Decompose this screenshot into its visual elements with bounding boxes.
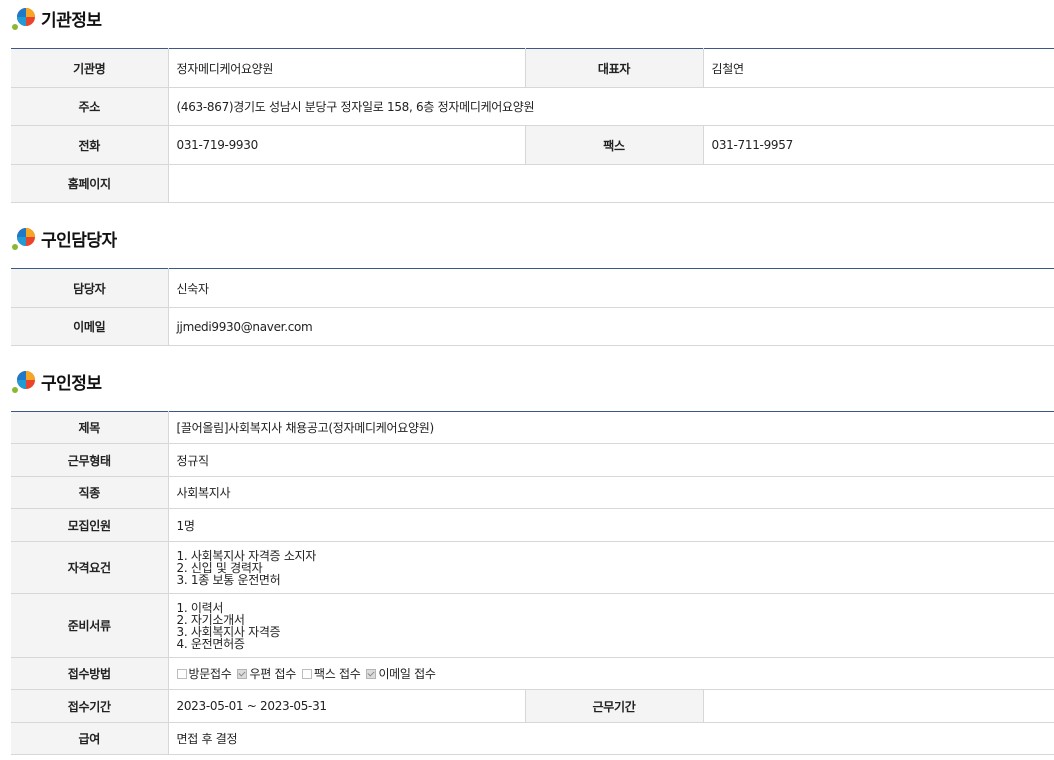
section-title-text: 구인담당자: [41, 230, 117, 251]
label-email: 이메일: [11, 307, 169, 346]
checkbox-checked-icon: [366, 668, 377, 679]
label-work-type: 근무형태: [11, 443, 169, 477]
label-salary: 급여: [11, 722, 169, 755]
value-work-period: [703, 689, 1054, 723]
table-row: 이메일 jjmedi9930@naver.com: [11, 307, 1054, 346]
table-row: 직종 사회복지사: [11, 476, 1054, 509]
label-homepage: 홈페이지: [11, 164, 169, 203]
apply-options: 방문접수 우편 접수 팩스 접수 이메일 접수: [176, 665, 1047, 682]
contact-table: 담당자 신숙자 이메일 jjmedi9930@naver.com: [11, 268, 1054, 346]
value-representative: 김철연: [703, 48, 1054, 88]
colored-ball-logo-icon: [12, 228, 35, 250]
value-occupation: 사회복지사: [168, 476, 1054, 509]
table-row: 준비서류 1. 이력서 2. 자기소개서 3. 사회복지사 자격증 4. 운전면…: [11, 593, 1054, 658]
list-item: 3. 1종 보통 운전면허: [176, 572, 281, 587]
list-item: 1. 사회복지사 자격증 소지자: [176, 548, 317, 563]
label-headcount: 모집인원: [11, 508, 169, 542]
label-documents: 준비서류: [11, 593, 169, 658]
table-row: 자격요건 1. 사회복지사 자격증 소지자 2. 신입 및 경력자 3. 1종 …: [11, 541, 1054, 594]
section-title-text: 구인정보: [41, 373, 102, 394]
label-phone: 전화: [11, 125, 169, 165]
label-apply-method: 접수방법: [11, 657, 169, 690]
apply-option-label: 우편 접수: [249, 667, 296, 681]
value-institution-name: 정자메디케어요양원: [168, 48, 525, 88]
list-item: 2. 신입 및 경력자: [176, 560, 263, 575]
checkbox-checked-icon: [237, 668, 248, 679]
value-email[interactable]: jjmedi9930@naver.com: [168, 307, 1054, 346]
checkbox-empty-icon: [176, 668, 187, 679]
checkbox-empty-icon: [301, 668, 312, 679]
apply-option: 방문접수: [176, 665, 232, 682]
apply-option: 팩스 접수: [301, 665, 361, 682]
colored-ball-logo-icon: [12, 371, 35, 393]
list-item: 1. 이력서: [176, 600, 224, 615]
value-apply-period: 2023-05-01 ~ 2023-05-31: [168, 689, 525, 723]
table-row: 주소 (463-867)경기도 성남시 분당구 정자일로 158, 6층 정자메…: [11, 87, 1054, 126]
value-phone: 031-719-9930: [168, 125, 525, 165]
value-subject: [끌어올림]사회복지사 채용공고(정자메디케어요양원): [168, 411, 1054, 444]
section-title-institution: 기관정보: [11, 6, 102, 31]
value-apply-method: 방문접수 우편 접수 팩스 접수 이메일 접수: [168, 657, 1054, 690]
apply-option: 우편 접수: [237, 665, 296, 682]
list-item: 4. 운전면허증: [176, 636, 245, 651]
table-row: 급여 면접 후 결정: [11, 722, 1054, 755]
value-work-type: 정규직: [168, 443, 1054, 477]
job-table: 제목 [끌어올림]사회복지사 채용공고(정자메디케어요양원) 근무형태 정규직 …: [11, 411, 1054, 755]
value-salary: 면접 후 결정: [168, 722, 1054, 755]
value-fax: 031-711-9957: [703, 125, 1054, 165]
apply-option-label: 팩스 접수: [313, 667, 361, 681]
institution-table: 기관명 정자메디케어요양원 대표자 김철연 주소 (463-867)경기도 성남…: [11, 48, 1054, 203]
label-work-period: 근무기간: [524, 689, 704, 723]
table-row: 홈페이지: [11, 164, 1054, 203]
label-subject: 제목: [11, 411, 169, 444]
value-manager: 신숙자: [168, 268, 1054, 308]
apply-option-label: 이메일 접수: [378, 667, 436, 681]
table-row: 담당자 신숙자: [11, 268, 1054, 308]
value-documents: 1. 이력서 2. 자기소개서 3. 사회복지사 자격증 4. 운전면허증: [168, 593, 1054, 658]
label-manager: 담당자: [11, 268, 169, 308]
label-representative: 대표자: [524, 48, 704, 88]
section-title-job: 구인정보: [11, 369, 102, 394]
apply-option: 이메일 접수: [366, 665, 436, 682]
label-fax: 팩스: [524, 125, 704, 165]
value-headcount: 1명: [168, 508, 1054, 542]
list-item: 2. 자기소개서: [176, 612, 245, 627]
table-row: 접수방법 방문접수 우편 접수 팩스 접수 이메일 접수: [11, 657, 1054, 690]
value-qualification: 1. 사회복지사 자격증 소지자 2. 신입 및 경력자 3. 1종 보통 운전…: [168, 541, 1054, 594]
label-address: 주소: [11, 87, 169, 126]
label-apply-period: 접수기간: [11, 689, 169, 723]
label-qualification: 자격요건: [11, 541, 169, 594]
table-row: 기관명 정자메디케어요양원 대표자 김철연: [11, 48, 1054, 88]
colored-ball-logo-icon: [12, 8, 35, 30]
label-institution-name: 기관명: [11, 48, 169, 88]
list-item: 3. 사회복지사 자격증: [176, 624, 281, 639]
table-row: 접수기간 2023-05-01 ~ 2023-05-31 근무기간: [11, 689, 1054, 723]
table-row: 제목 [끌어올림]사회복지사 채용공고(정자메디케어요양원): [11, 411, 1054, 444]
table-row: 전화 031-719-9930 팩스 031-711-9957: [11, 125, 1054, 165]
apply-option-label: 방문접수: [188, 667, 232, 681]
value-address: (463-867)경기도 성남시 분당구 정자일로 158, 6층 정자메디케어…: [168, 87, 1054, 126]
section-title-text: 기관정보: [41, 10, 102, 31]
label-occupation: 직종: [11, 476, 169, 509]
table-row: 모집인원 1명: [11, 508, 1054, 542]
table-row: 근무형태 정규직: [11, 443, 1054, 477]
value-homepage[interactable]: [168, 164, 1054, 203]
section-title-contact: 구인담당자: [11, 226, 117, 251]
